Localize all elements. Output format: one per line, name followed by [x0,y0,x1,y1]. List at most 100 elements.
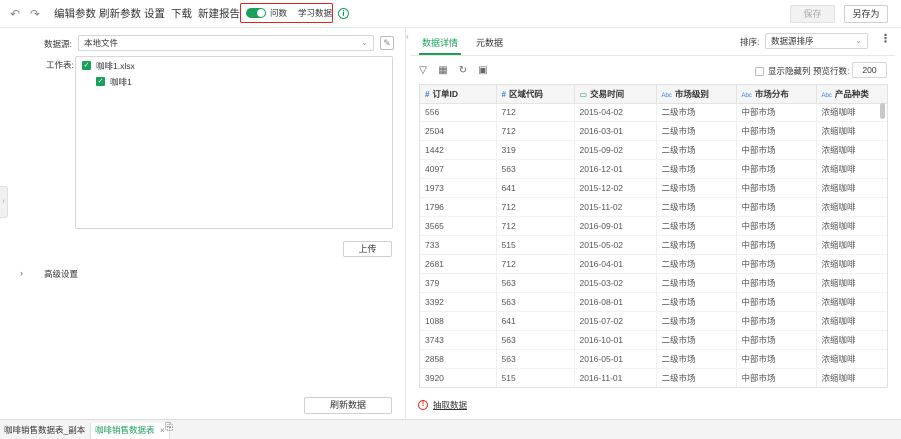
table-row[interactable]: 2858 563 2016-05-01 二级市场 中部市场 浓缩咖啡 [420,349,887,369]
table-cell[interactable]: 733 [420,235,497,255]
table-cell[interactable]: 二级市场 [656,159,737,180]
table-cell[interactable]: 2858 [420,349,497,369]
column-header[interactable]: Abc 市场级别 [656,85,737,104]
table-row[interactable]: 733 515 2015-05-02 二级市场 中部市场 浓缩咖啡 [420,235,887,255]
table-cell[interactable]: 中部市场 [736,368,817,387]
table-cell[interactable]: 4097 [420,159,497,180]
table-cell[interactable]: 浓缩咖啡 [816,368,887,387]
more-options-icon[interactable]: ⋮ [880,33,891,45]
table-cell[interactable]: 515 [496,368,575,387]
table-cell[interactable]: 2015-03-02 [574,273,657,293]
download-button[interactable]: 下载 [171,7,192,21]
table-cell[interactable]: 中部市场 [736,311,817,331]
sheet-tab-copy[interactable]: 咖啡销售数据表_副本 [0,423,90,439]
table-cell[interactable]: 二级市场 [656,368,737,387]
table-cell[interactable]: 2681 [420,254,497,274]
table-cell[interactable]: 563 [496,349,575,369]
table-settings-icon[interactable]: ▦ [437,65,449,77]
table-row[interactable]: 3920 515 2016-11-01 二级市场 中部市场 浓缩咖啡 [420,368,887,387]
datasource-select[interactable]: 本地文件 ⌄ [78,35,374,51]
table-cell[interactable]: 2015-12-02 [574,178,657,199]
table-cell[interactable]: 2016-05-01 [574,349,657,369]
table-cell[interactable]: 3920 [420,368,497,387]
sort-select[interactable]: 数据源排序 ⌄ [765,33,868,49]
table-cell[interactable]: 2016-04-01 [574,254,657,274]
table-cell[interactable]: 2016-10-01 [574,330,657,350]
table-cell[interactable]: 中部市场 [736,235,817,255]
sheet-name[interactable]: 咖啡1 [110,76,132,88]
advanced-settings-toggle[interactable]: 高级设置 [44,268,78,280]
table-row[interactable]: 1796 712 2015-11-02 二级市场 中部市场 浓缩咖啡 [420,197,887,218]
table-cell[interactable]: 二级市场 [656,254,737,274]
info-icon[interactable]: i [338,8,349,19]
table-row[interactable]: 556 712 2015-04-02 二级市场 中部市场 浓缩咖啡 [420,103,887,123]
settings-button[interactable]: 设置 [144,7,165,21]
column-header[interactable]: Abc 市场分布 [736,85,817,104]
table-cell[interactable]: 二级市场 [656,311,737,331]
table-cell[interactable]: 二级市场 [656,178,737,199]
table-row[interactable]: 379 563 2015-03-02 二级市场 中部市场 浓缩咖啡 [420,273,887,293]
table-cell[interactable]: 556 [420,103,497,123]
save-as-button[interactable]: 另存为 [844,5,888,23]
extract-data-link[interactable]: 抽取数据 [433,399,467,411]
table-cell[interactable]: 中部市场 [736,197,817,218]
table-cell[interactable]: 二级市场 [656,197,737,218]
table-cell[interactable]: 浓缩咖啡 [816,330,887,350]
column-header[interactable]: ▭ 交易时间 [574,85,657,104]
table-cell[interactable]: 2015-11-02 [574,197,657,218]
table-cell[interactable]: 2504 [420,121,497,142]
table-row[interactable]: 3392 563 2016-08-01 二级市场 中部市场 浓缩咖啡 [420,292,887,312]
ask-data-switch[interactable] [246,8,266,18]
table-cell[interactable]: 浓缩咖啡 [816,159,887,180]
table-cell[interactable]: 2015-09-02 [574,140,657,161]
table-cell[interactable]: 中部市场 [736,292,817,312]
table-cell[interactable]: 1973 [420,178,497,199]
table-cell[interactable]: 浓缩咖啡 [816,292,887,312]
table-cell[interactable]: 浓缩咖啡 [816,273,887,293]
edit-params-button[interactable]: 编辑参数 [54,7,96,21]
table-row[interactable]: 4097 563 2016-12-01 二级市场 中部市场 浓缩咖啡 [420,159,887,180]
table-cell[interactable]: 中部市场 [736,330,817,350]
table-cell[interactable]: 515 [496,235,575,255]
table-cell[interactable]: 1796 [420,197,497,218]
table-cell[interactable]: 中部市场 [736,159,817,180]
table-cell[interactable]: 712 [496,197,575,218]
table-cell[interactable]: 中部市场 [736,254,817,274]
new-report-button[interactable]: 新建报告 [198,7,240,21]
table-cell[interactable]: 二级市场 [656,216,737,237]
refresh-icon[interactable]: ↻ [457,65,469,77]
table-cell[interactable]: 浓缩咖啡 [816,254,887,274]
add-sheet-icon[interactable]: ⎘ [165,422,173,433]
table-cell[interactable]: 二级市场 [656,235,737,255]
table-cell[interactable]: 2015-07-02 [574,311,657,331]
table-cell[interactable]: 712 [496,103,575,123]
table-cell[interactable]: 563 [496,159,575,180]
table-cell[interactable]: 1442 [420,140,497,161]
table-cell[interactable]: 二级市场 [656,292,737,312]
table-cell[interactable]: 二级市场 [656,330,737,350]
table-cell[interactable]: 浓缩咖啡 [816,197,887,218]
table-cell[interactable]: 2015-05-02 [574,235,657,255]
table-cell[interactable]: 563 [496,292,575,312]
table-cell[interactable]: 2016-08-01 [574,292,657,312]
table-cell[interactable]: 712 [496,216,575,237]
save-button[interactable]: 保存 [790,5,835,23]
table-row[interactable]: 1973 641 2015-12-02 二级市场 中部市场 浓缩咖啡 [420,178,887,199]
table-cell[interactable]: 563 [496,330,575,350]
table-row[interactable]: 3565 712 2016-09-01 二级市场 中部市场 浓缩咖啡 [420,216,887,237]
table-cell[interactable]: 浓缩咖啡 [816,103,887,123]
tab-metadata[interactable]: 元数据 [476,37,503,49]
table-cell[interactable]: 3565 [420,216,497,237]
table-cell[interactable]: 浓缩咖啡 [816,178,887,199]
chevron-right-icon[interactable]: › [20,268,23,278]
table-cell[interactable]: 2016-11-01 [574,368,657,387]
table-cell[interactable]: 641 [496,311,575,331]
refresh-params-button[interactable]: 刷新参数 [99,7,141,21]
table-cell[interactable]: 2016-12-01 [574,159,657,180]
table-cell[interactable]: 3392 [420,292,497,312]
table-row[interactable]: 2504 712 2016-03-01 二级市场 中部市场 浓缩咖啡 [420,121,887,142]
table-cell[interactable]: 641 [496,178,575,199]
file-checkbox[interactable]: ✓ [82,61,91,70]
table-cell[interactable]: 二级市场 [656,103,737,123]
table-cell[interactable]: 中部市场 [736,349,817,369]
